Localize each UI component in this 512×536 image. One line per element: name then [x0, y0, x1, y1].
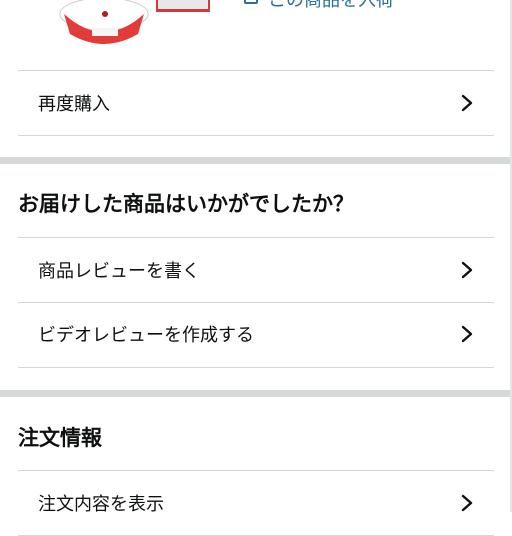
video-review-label: ビデオレビューを作成する — [38, 325, 254, 346]
chevron-right-icon — [461, 494, 473, 512]
buy-again-link[interactable]: この商品を入荷 — [268, 0, 394, 12]
cart-icon[interactable] — [244, 0, 258, 4]
view-order-row[interactable]: 注文内容を表示 — [18, 470, 494, 536]
write-review-row[interactable]: 商品レビューを書く — [18, 237, 494, 303]
video-review-row[interactable]: ビデオレビューを作成する — [18, 302, 494, 368]
chevron-right-icon — [461, 94, 473, 112]
chevron-right-icon — [461, 325, 473, 343]
chevron-right-icon — [461, 261, 473, 279]
section-separator — [0, 157, 512, 164]
view-order-label: 注文内容を表示 — [38, 494, 164, 515]
review-section-title: お届けした商品はいかがでしたか？ — [18, 192, 354, 216]
order-detail-page: この商品を入荷 再度購入 お届けした商品はいかがでしたか？ 商品レビューを書く … — [0, 0, 512, 536]
rebuy-label: 再度購入 — [38, 94, 110, 115]
product-image[interactable] — [56, 0, 216, 48]
section-separator — [0, 390, 512, 397]
order-info-section-title: 注文情報 — [18, 426, 102, 450]
rebuy-row[interactable]: 再度購入 — [18, 70, 494, 136]
write-review-label: 商品レビューを書く — [38, 261, 200, 282]
